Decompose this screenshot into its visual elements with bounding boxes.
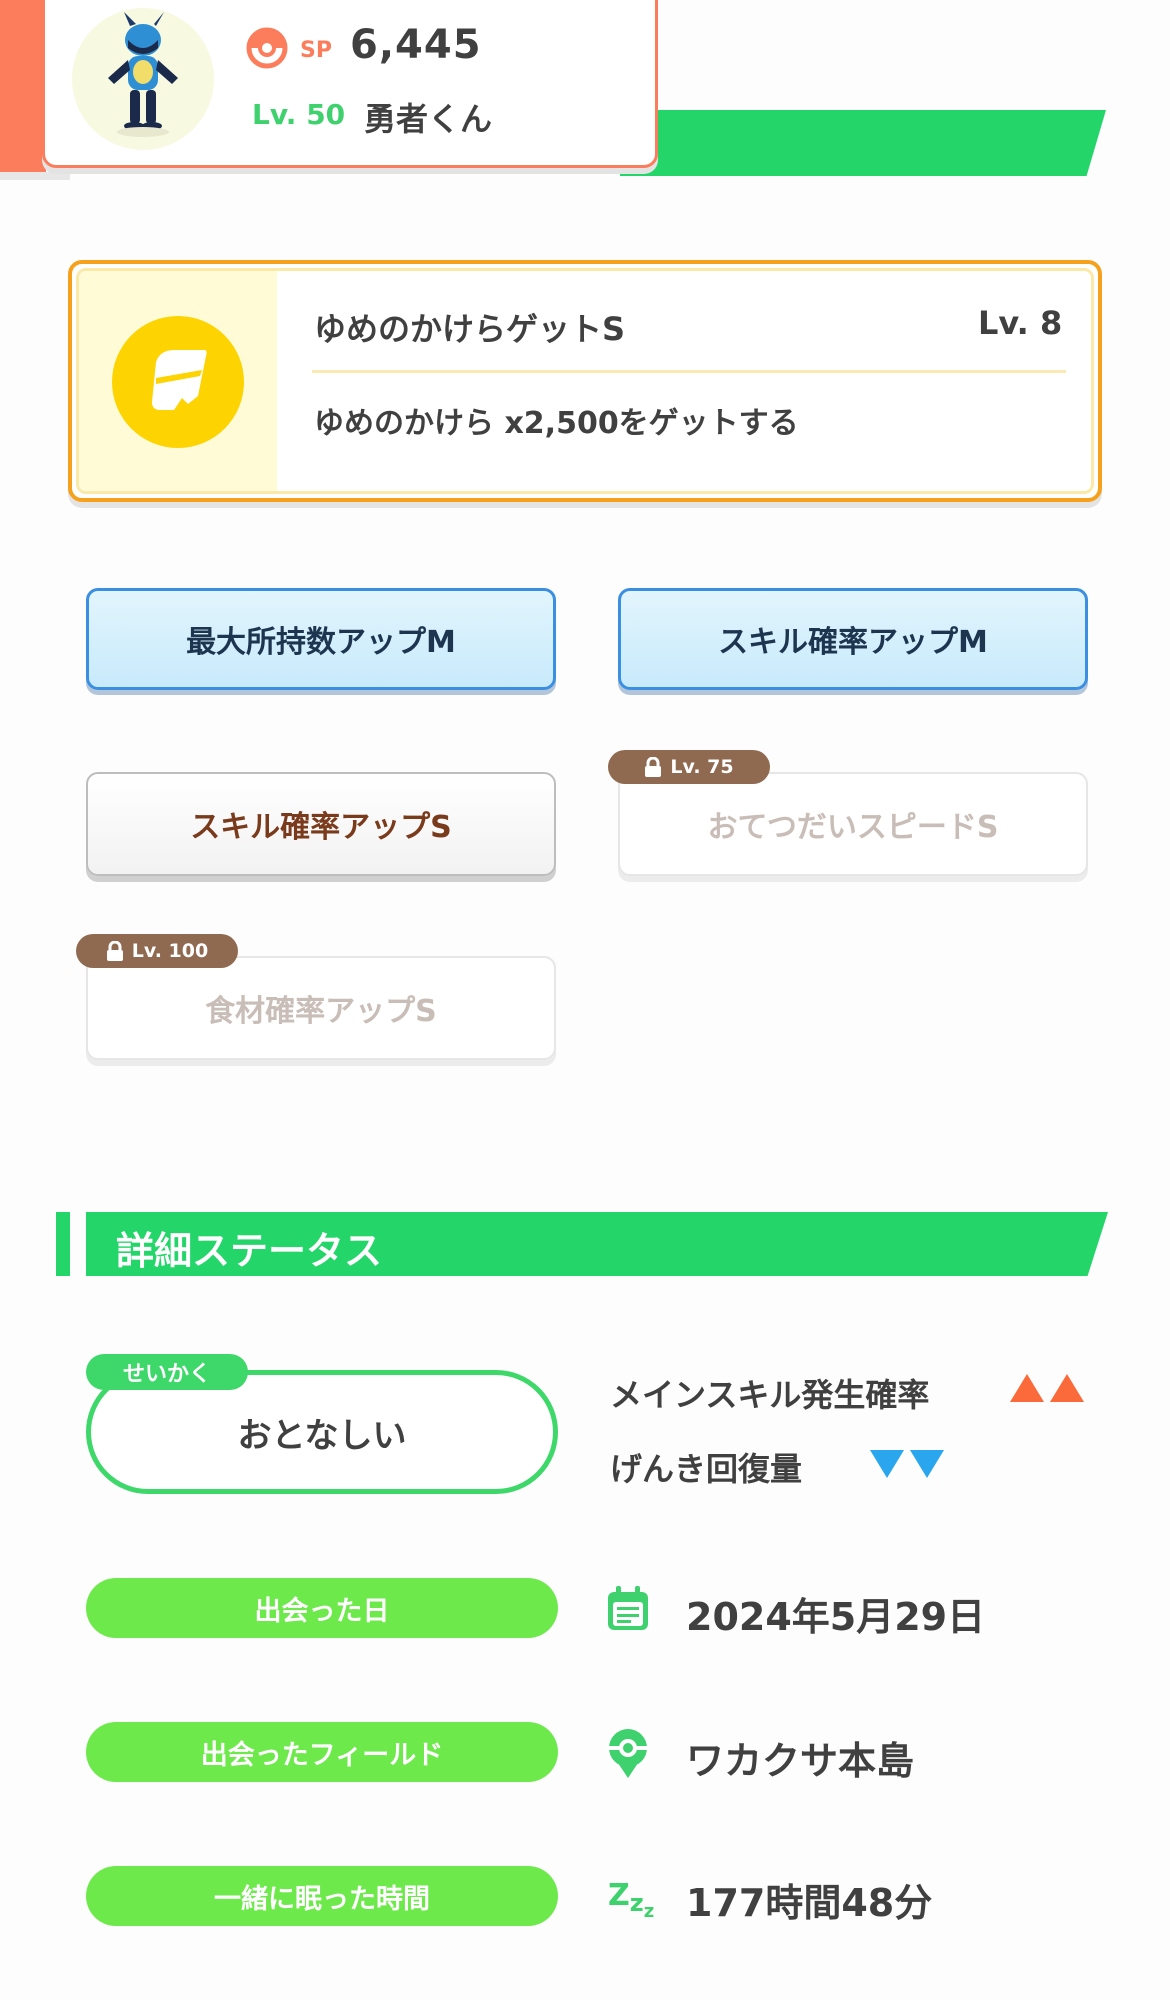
unlock-level-badge-100: Lv. 100 [76,934,238,968]
section-accent-bar [56,1212,70,1276]
met-date-value: 2024年5月29日 [686,1595,986,1639]
location-pin-icon [606,1726,650,1784]
sub-skill-2[interactable]: スキル確率アップM [618,588,1088,690]
main-skill-divider [312,370,1066,373]
section-title: 詳細ステータス [116,1229,383,1273]
nature-tag: せいかく [86,1354,248,1390]
triangle-down-icon [910,1450,944,1478]
sub-skill-3[interactable]: スキル確率アップS [86,772,556,876]
header-shadow [0,172,70,180]
slept-time-value: 177時間48分 [686,1881,933,1925]
main-skill-level: Lv. 8 [978,304,1063,342]
pokemon-nickname: 勇者くん [364,100,493,138]
dream-shard-icon [112,316,244,448]
nature-up-effect: メインスキル発生確率 [610,1376,930,1414]
sub-skill-1[interactable]: 最大所持数アップM [86,588,556,690]
lock-icon [106,941,123,961]
stat-up-arrows [1010,1374,1084,1402]
calendar-icon [604,1586,652,1636]
sp-pokeball-icon [246,27,288,73]
met-date-label: 出会った日 [86,1578,558,1638]
unlock-level-badge-75: Lv. 75 [608,750,770,784]
unlock-level-text: Lv. 75 [670,756,734,778]
lucario-sprite-icon [108,12,178,137]
sp-label: SP [300,38,332,63]
triangle-down-icon [870,1450,904,1478]
slept-time-label: 一緒に眠った時間 [86,1866,558,1926]
stat-down-arrows [870,1450,944,1478]
met-field-value: ワカクサ本島 [686,1739,915,1783]
nature-down-effect: げんき回復量 [610,1450,803,1488]
sp-value: 6,445 [350,22,482,68]
sleep-zzz-icon: Zzz [608,1878,655,1922]
triangle-up-icon [1010,1374,1044,1402]
sub-skill-5-locked[interactable]: 食材確率アップS [86,956,556,1060]
pokemon-avatar [72,8,214,150]
pokemon-level: Lv. 50 [252,98,346,131]
header-green-banner [620,110,1106,176]
sub-skill-4-locked[interactable]: おてつだいスピードS [618,772,1088,876]
lock-icon [645,757,662,777]
met-field-label: 出会ったフィールド [86,1722,558,1782]
header-accent-bar [0,0,46,172]
main-skill-description: ゆめのかけら x2,500をゲットする [314,406,799,441]
unlock-level-text: Lv. 100 [131,940,209,962]
main-skill-name: ゆめのかけらゲットS [314,310,626,348]
triangle-up-icon [1050,1374,1084,1402]
